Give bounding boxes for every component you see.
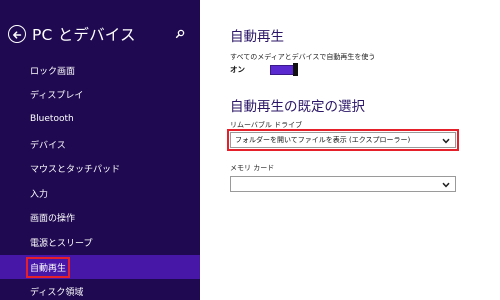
- search-button[interactable]: [172, 25, 188, 41]
- nav-item-disk-space[interactable]: ディスク領域: [0, 279, 200, 300]
- nav-item-lock-screen[interactable]: ロック画面: [0, 58, 200, 83]
- autoplay-heading: 自動再生: [230, 29, 284, 45]
- nav-item-label: Bluetooth: [30, 114, 74, 125]
- search-icon: [175, 24, 185, 43]
- memory-card-label: メモリ カード: [230, 164, 275, 172]
- nav-item-mouse-touchpad[interactable]: マウスとタッチパッド: [0, 156, 200, 181]
- content-pane: 自動再生 すべてのメディアとデバイスで自動再生を使う オン 自動再生の既定の選択…: [200, 0, 500, 300]
- nav-item-label: 自動再生: [25, 256, 71, 278]
- removable-drive-label: リムーバブル ドライブ: [230, 121, 303, 129]
- nav-item-corners-edges[interactable]: 画面の操作: [0, 206, 200, 231]
- removable-drive-dropdown[interactable]: フォルダーを開いてファイルを表示 (エクスプローラー): [227, 129, 459, 151]
- autoplay-toggle-switch[interactable]: [270, 62, 298, 76]
- nav-item-bluetooth[interactable]: Bluetooth: [0, 107, 200, 132]
- nav-item-label: 電源とスリープ: [30, 238, 93, 249]
- toggle-knob: [293, 62, 298, 76]
- nav-item-label: ディスク領域: [30, 288, 84, 299]
- nav-item-label: ディスプレイ: [30, 91, 84, 102]
- memory-card-dropdown[interactable]: [230, 176, 456, 192]
- pc-settings-window: PC とデバイス ロック画面 ディスプレイ Bluetooth デバイス マウス…: [0, 0, 500, 300]
- nav-item-autoplay[interactable]: 自動再生: [0, 254, 200, 280]
- nav-item-display[interactable]: ディスプレイ: [0, 83, 200, 108]
- nav-header: PC とデバイス: [8, 22, 194, 46]
- chevron-down-icon: [441, 136, 450, 145]
- nav-item-label: 入力: [30, 189, 49, 200]
- chevron-down-icon: [441, 180, 450, 189]
- back-arrow-icon: [12, 25, 22, 44]
- nav-list: ロック画面 ディスプレイ Bluetooth デバイス マウスとタッチパッド 入…: [0, 58, 200, 300]
- autoplay-toggle-label: すべてのメディアとデバイスで自動再生を使う: [230, 53, 376, 61]
- nav-item-label: デバイス: [30, 140, 66, 151]
- nav-pane: PC とデバイス ロック画面 ディスプレイ Bluetooth デバイス マウス…: [0, 0, 200, 300]
- removable-drive-value: フォルダーを開いてファイルを表示 (エクスプローラー): [235, 136, 411, 144]
- toggle-state-text: オン: [230, 65, 245, 74]
- nav-item-label: マウスとタッチパッド: [30, 165, 121, 176]
- autoplay-toggle-row: オン: [230, 62, 298, 76]
- nav-item-label: ロック画面: [30, 66, 76, 77]
- nav-item-typing[interactable]: 入力: [0, 181, 200, 206]
- nav-item-devices[interactable]: デバイス: [0, 132, 200, 157]
- nav-item-label: 画面の操作: [30, 214, 76, 225]
- page-title: PC とデバイス: [32, 26, 136, 44]
- nav-item-power-sleep[interactable]: 電源とスリープ: [0, 230, 200, 255]
- back-button[interactable]: [8, 25, 26, 43]
- autoplay-defaults-heading: 自動再生の既定の選択: [230, 99, 365, 115]
